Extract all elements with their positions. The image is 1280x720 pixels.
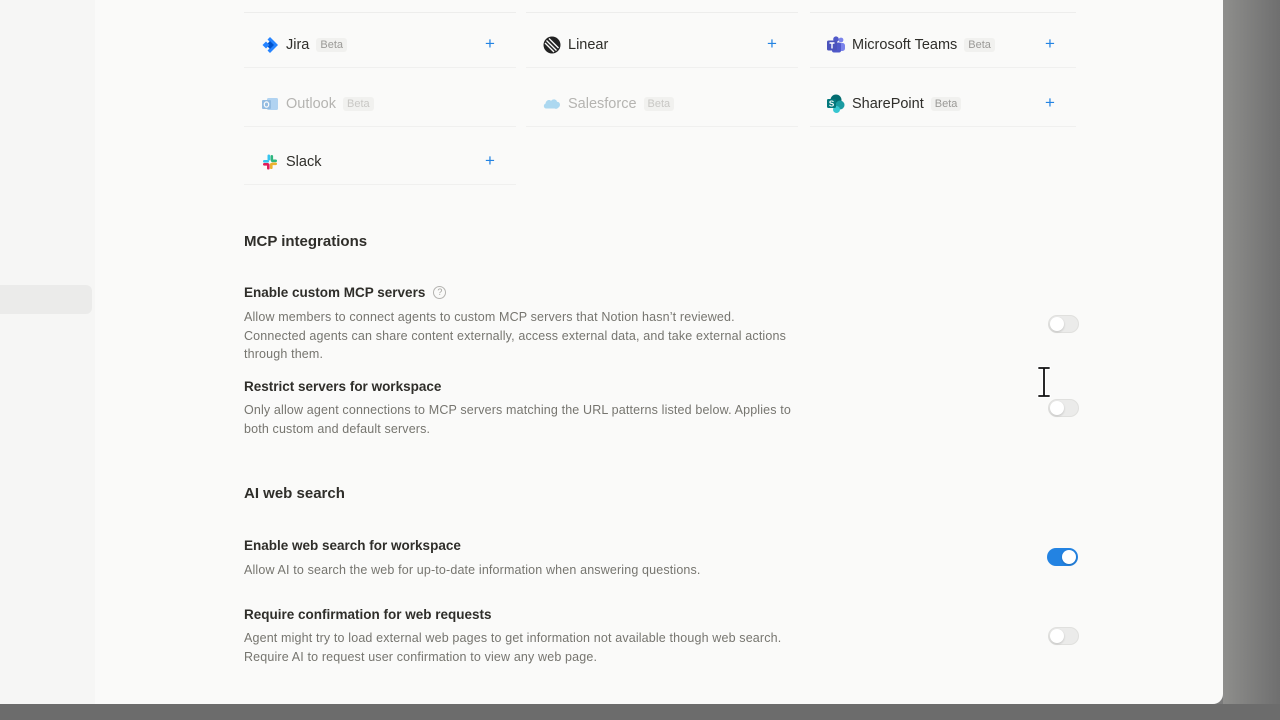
connector-microsoft-teams[interactable]: Microsoft Teams Beta + [810,22,1076,68]
connector-outlook: Outlook Beta [244,81,516,127]
outlook-logo-icon [260,94,280,114]
confirm-web-requests-toggle[interactable] [1048,627,1079,645]
backdrop-overlay [1223,0,1280,720]
description-line: Only allow agent connections to MCP serv… [244,403,792,417]
backdrop-overlay-bottom [0,704,1280,720]
toggle-knob [1050,629,1064,643]
setting-title-enable-web-search: Enable web search for workspace [244,538,461,553]
section-title-web-search: AI web search [244,485,345,502]
connector-linear[interactable]: Linear + [526,22,798,68]
text-cursor-icon [1037,366,1051,398]
web-search-toggle[interactable] [1047,548,1078,566]
divider [526,12,798,13]
beta-badge: Beta [930,96,962,111]
microsoft-teams-logo-icon [826,35,846,55]
connector-sharepoint[interactable]: S SharePoint Beta + [810,81,1076,127]
toggle-knob [1050,401,1064,415]
restrict-servers-toggle[interactable] [1048,399,1079,417]
beta-badge: Beta [964,37,995,52]
description-line: Allow members to connect agents to custo… [244,310,735,324]
custom-mcp-toggle[interactable] [1048,315,1079,333]
salesforce-logo-icon [542,94,562,114]
connector-name: Salesforce [568,95,637,112]
setting-label: Enable custom MCP servers [244,285,426,300]
jira-logo-icon [260,35,280,55]
slack-logo-icon [260,152,280,172]
linear-logo-icon [542,35,562,55]
connector-salesforce: Salesforce Beta [526,81,798,127]
plus-icon[interactable]: + [482,35,498,52]
divider [244,12,516,13]
connector-jira[interactable]: Jira Beta + [244,22,516,68]
settings-sidebar [0,0,95,704]
description-line: through them. [244,347,324,361]
toggle-knob [1050,317,1064,331]
beta-badge: Beta [316,37,348,52]
help-icon[interactable]: ? [433,286,447,299]
divider [810,12,1076,13]
section-title-mcp: MCP integrations [244,233,368,250]
plus-icon[interactable]: + [1042,94,1058,111]
description-line: Connected agents can share content exter… [244,328,786,343]
setting-description: Allow AI to search the web for up-to-dat… [244,561,701,580]
connector-name: Microsoft Teams [852,36,958,53]
settings-modal: Jira Beta + Linear + Microsoft Teams Bet… [0,0,1223,704]
description-line: both custom and default servers. [244,421,431,436]
connector-name: SharePoint [852,95,924,112]
beta-badge: Beta [643,96,675,111]
toggle-knob [1062,550,1076,564]
sidebar-item-selected[interactable] [0,285,92,314]
beta-badge: Beta [342,96,374,111]
plus-icon[interactable]: + [1042,35,1058,52]
description-line: Allow AI to search the web for up-to-dat… [244,563,701,577]
connector-name: Outlook [286,95,336,112]
connector-name: Linear [568,36,609,53]
setting-description: Only allow agent connections to MCP serv… [244,401,791,438]
setting-title-restrict-servers: Restrict servers for workspace [244,379,442,394]
setting-title-custom-mcp: Enable custom MCP servers ? [244,285,447,300]
settings-content: Jira Beta + Linear + Microsoft Teams Bet… [244,0,1084,704]
svg-text:S: S [829,99,835,108]
setting-description: Agent might try to load external web pag… [244,629,781,666]
setting-description: Allow members to connect agents to custo… [244,308,786,364]
connector-slack[interactable]: Slack + [244,139,516,185]
description-line: Agent might try to load external web pag… [244,631,782,645]
description-line: Require AI to request user confirmation … [244,649,598,664]
plus-icon[interactable]: + [482,152,498,169]
setting-title-confirm-web-requests: Require confirmation for web requests [244,607,492,622]
connector-name: Jira [286,36,310,53]
plus-icon[interactable]: + [764,35,780,52]
connector-name: Slack [286,153,322,170]
sharepoint-logo-icon: S [826,94,846,114]
